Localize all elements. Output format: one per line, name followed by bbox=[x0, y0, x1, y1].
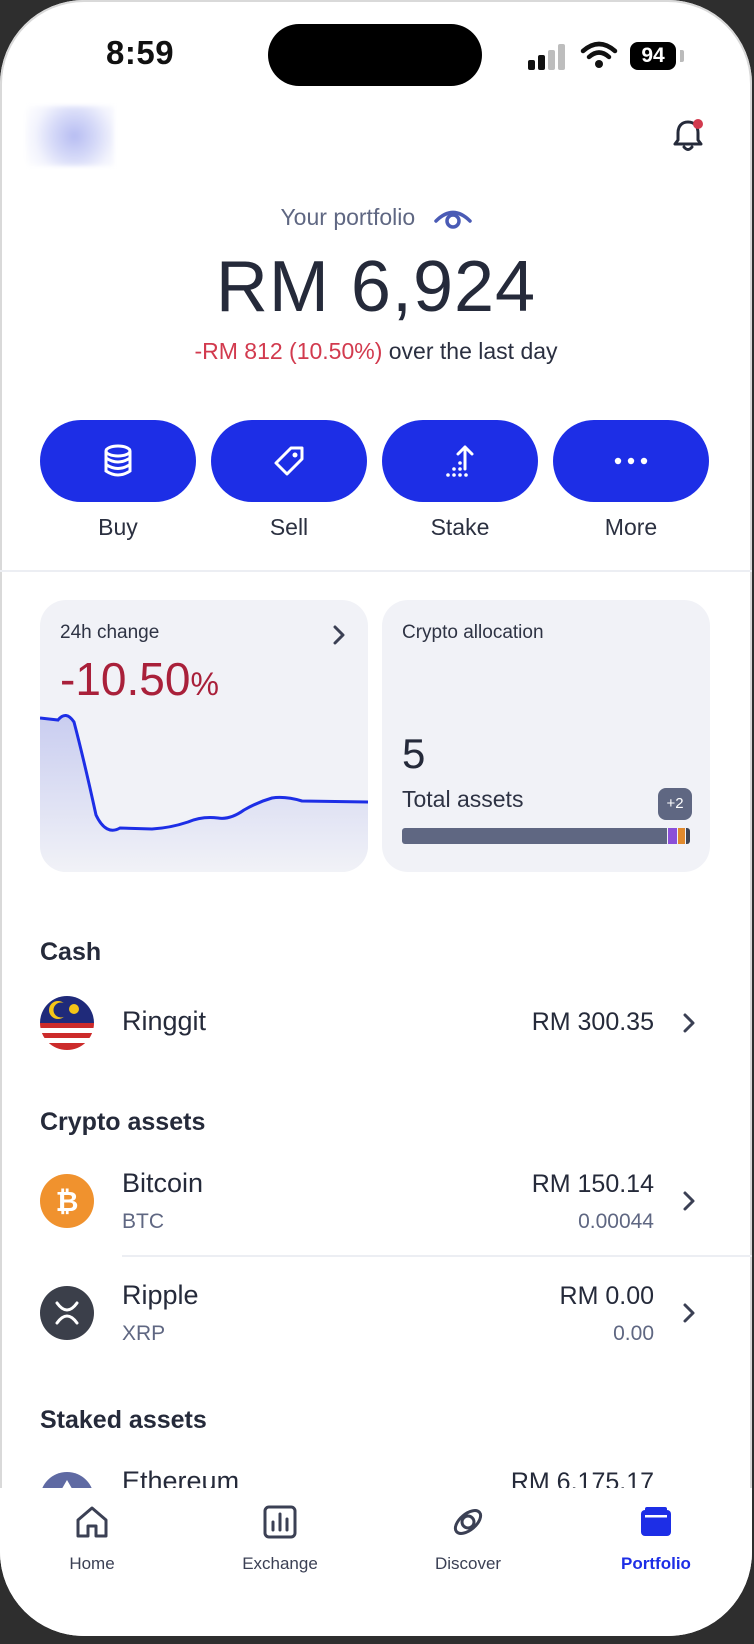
section-divider bbox=[0, 570, 752, 572]
allocation-bar bbox=[402, 828, 690, 844]
more-dots-icon bbox=[614, 457, 648, 465]
allocation-card-title: Crypto allocation bbox=[402, 622, 544, 643]
ripple-icon bbox=[40, 1286, 94, 1340]
home-icon bbox=[76, 1506, 108, 1538]
bitcoin-name: Bitcoin bbox=[122, 1168, 204, 1198]
tab-home-label: Home bbox=[69, 1554, 115, 1573]
allocation-segment bbox=[402, 828, 667, 844]
more-label: More bbox=[604, 514, 658, 540]
sell-label: Sell bbox=[269, 514, 309, 540]
tab-portfolio[interactable]: Portfolio bbox=[581, 1488, 731, 1598]
change-amount: -RM 812 (10.50%) bbox=[194, 338, 383, 364]
change-suffix: over the last day bbox=[382, 338, 558, 364]
notification-bell-icon[interactable] bbox=[668, 116, 708, 156]
total-assets-label: Total assets bbox=[402, 786, 524, 812]
coins-stack-icon bbox=[104, 444, 132, 477]
more-assets-badge: +2 bbox=[658, 788, 692, 820]
discover-icon bbox=[453, 1509, 483, 1535]
bitcoin-amount: RM 150.14 bbox=[531, 1170, 654, 1198]
bitcoin-symbol: BTC bbox=[122, 1210, 164, 1233]
wallet-icon bbox=[641, 1507, 671, 1536]
chevron-right-icon bbox=[683, 1303, 695, 1323]
eye-icon[interactable] bbox=[433, 208, 472, 230]
bitcoin-quantity: 0.00044 bbox=[578, 1210, 654, 1233]
status-time: 8:59 bbox=[106, 34, 175, 71]
malaysia-flag-icon bbox=[40, 996, 94, 1050]
bar-chart-icon bbox=[263, 1505, 297, 1539]
more-button[interactable] bbox=[553, 420, 709, 502]
allocation-segment bbox=[666, 828, 677, 844]
allocation-segment bbox=[676, 828, 685, 844]
portfolio-label: Your portfolio bbox=[280, 204, 416, 230]
stake-button[interactable] bbox=[382, 420, 538, 502]
buy-button[interactable] bbox=[40, 420, 196, 502]
change-sparkline bbox=[40, 714, 368, 872]
chevron-right-icon bbox=[683, 1013, 695, 1033]
portfolio-change: -RM 812 (10.50%) over the last day bbox=[0, 338, 752, 365]
crypto-section-title: Crypto assets bbox=[40, 1108, 206, 1136]
row-divider bbox=[122, 1255, 752, 1257]
portfolio-value: RM 6,924 bbox=[215, 247, 537, 327]
tab-discover[interactable]: Discover bbox=[393, 1488, 543, 1598]
ringgit-amount: RM 300.35 bbox=[531, 1008, 654, 1036]
battery-tip bbox=[680, 50, 684, 62]
stake-label: Stake bbox=[430, 514, 490, 540]
battery-indicator: 94 bbox=[630, 42, 676, 70]
staked-section-title: Staked assets bbox=[40, 1406, 207, 1434]
cash-section-title: Cash bbox=[40, 938, 102, 966]
ripple-symbol: XRP bbox=[122, 1322, 166, 1345]
buy-label: Buy bbox=[98, 514, 138, 540]
chevron-right-icon bbox=[683, 1191, 695, 1211]
wifi-icon bbox=[580, 41, 618, 68]
signal-icon bbox=[528, 44, 568, 70]
svg-text:₿: ₿ bbox=[56, 1185, 79, 1218]
bitcoin-icon: ₿ bbox=[40, 1174, 94, 1228]
tab-exchange-label: Exchange bbox=[242, 1554, 318, 1573]
ringgit-name: Ringgit bbox=[122, 1006, 207, 1036]
portfolio-label-row: Your portfolio bbox=[0, 204, 752, 231]
total-assets-count: 5 bbox=[402, 730, 426, 777]
ripple-name: Ripple bbox=[122, 1280, 199, 1310]
tag-icon bbox=[274, 446, 304, 476]
dynamic-island bbox=[268, 24, 482, 86]
avatar[interactable] bbox=[26, 106, 114, 166]
allocation-card[interactable]: Crypto allocation 5 Total assets +2 bbox=[382, 600, 710, 872]
tab-bar: Home Exchange Discover Portfolio bbox=[0, 1488, 752, 1636]
change-card[interactable]: 24h change -10.50% bbox=[40, 600, 368, 872]
tab-exchange[interactable]: Exchange bbox=[205, 1488, 355, 1598]
allocation-segment bbox=[684, 828, 690, 844]
tab-home[interactable]: Home bbox=[17, 1488, 167, 1598]
ripple-amount: RM 0.00 bbox=[559, 1282, 654, 1310]
sell-button[interactable] bbox=[211, 420, 367, 502]
tab-discover-label: Discover bbox=[434, 1554, 502, 1573]
stake-arrow-icon bbox=[446, 445, 474, 477]
tab-portfolio-label: Portfolio bbox=[621, 1554, 691, 1573]
ripple-quantity: 0.00 bbox=[613, 1322, 654, 1345]
phone-screen: 8:59 94 Your portfolio RM 6,924 -RM 812 … bbox=[0, 0, 752, 1636]
